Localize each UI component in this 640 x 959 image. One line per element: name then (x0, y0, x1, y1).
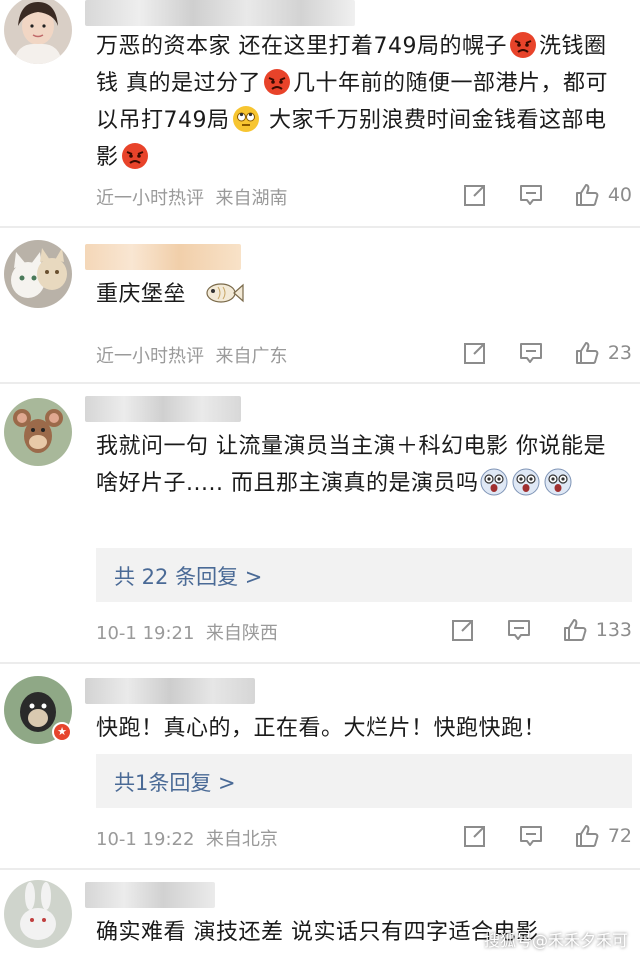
like-button[interactable]: 72 (574, 823, 632, 849)
angry-face-emoji (509, 31, 537, 59)
reply-thread-link[interactable]: 共 22 条回复 > (96, 548, 632, 602)
angry-face-emoji (121, 142, 149, 170)
comment-time: 10-1 19:22 (96, 829, 195, 850)
comment-actions: 23 (462, 340, 632, 366)
like-count: 23 (607, 342, 632, 364)
comment-text-part: 确实难看 演技还差 说实话只有四字适合电影 (96, 920, 539, 945)
thumbs-up-icon (574, 823, 600, 849)
like-count: 40 (607, 184, 632, 206)
username-blurred[interactable] (85, 882, 215, 908)
avatar[interactable] (4, 880, 72, 948)
shocked-face-emoji (512, 468, 540, 496)
comment-location: 来自北京 (205, 829, 278, 850)
thumbs-up-icon (574, 340, 600, 366)
username-blurred[interactable] (85, 396, 241, 422)
share-icon[interactable] (450, 617, 476, 643)
like-count: 133 (595, 619, 632, 641)
comment-icon[interactable] (518, 182, 544, 208)
comment-text-part: 重庆堡垒 (96, 282, 187, 307)
comment-text: 万恶的资本家 还在这里打着749局的幌子 洗钱圈钱 真的是过分了 几十年前的随便一部… (96, 28, 626, 176)
username-blurred[interactable] (85, 0, 355, 26)
comment-meta: 近一小时热评 来自广东 (96, 342, 287, 368)
shocked-face-emoji (480, 468, 508, 496)
comment-location: 来自广东 (215, 346, 288, 367)
eye-roll-emoji (232, 105, 260, 133)
divider (0, 382, 640, 384)
comment-time: 近一小时热评 (96, 188, 204, 209)
comment-icon[interactable] (518, 340, 544, 366)
avatar[interactable] (4, 0, 72, 64)
reply-count-label: 共 22 条回复 > (114, 565, 263, 589)
like-button[interactable]: 23 (574, 340, 632, 366)
comment-text: 快跑！真心的，正在看。大烂片！快跑快跑！ (96, 710, 626, 747)
comment-actions: 133 (450, 617, 632, 643)
comment-text-part: 快跑！真心的，正在看。大烂片！快跑快跑！ (96, 716, 547, 741)
reply-thread-link[interactable]: 共1条回复 > (96, 754, 632, 808)
avatar[interactable] (4, 398, 72, 466)
thumbs-up-icon (574, 182, 600, 208)
like-button[interactable]: 40 (574, 182, 632, 208)
divider (0, 868, 640, 870)
fish-emoji (204, 279, 244, 307)
comment-text: 我就问一句 让流量演员当主演＋科幻电影 你说能是啥好片子..... 而且那主演真… (96, 428, 626, 502)
comment-meta: 10-1 19:21 来自陕西 (96, 619, 278, 645)
comment-time: 近一小时热评 (96, 346, 204, 367)
comment-icon[interactable] (506, 617, 532, 643)
like-button[interactable]: 133 (562, 617, 632, 643)
comment-icon[interactable] (518, 823, 544, 849)
comment-text-part: 万恶的资本家 还在这里打着749局的幌子 (96, 34, 507, 59)
divider (0, 662, 640, 664)
shocked-face-emoji (544, 468, 572, 496)
share-icon[interactable] (462, 823, 488, 849)
comment-text: 重庆堡垒 (96, 276, 626, 313)
comment-location: 来自陕西 (205, 623, 278, 644)
comment-meta: 10-1 19:22 来自北京 (96, 825, 278, 851)
comment-location: 来自湖南 (215, 188, 288, 209)
comment-time: 10-1 19:21 (96, 623, 195, 644)
watermark: 搜狐号@禾禾夕禾可 (483, 931, 628, 950)
share-icon[interactable] (462, 340, 488, 366)
comment-actions: 40 (462, 182, 632, 208)
divider (0, 226, 640, 228)
thumbs-up-icon (562, 617, 588, 643)
angry-face-emoji (263, 68, 291, 96)
like-count: 72 (607, 825, 632, 847)
verified-badge-icon: ★ (52, 722, 72, 742)
comment-meta: 近一小时热评 来自湖南 (96, 184, 287, 210)
username-blurred[interactable] (85, 678, 255, 704)
comment-actions: 72 (462, 823, 632, 849)
username-blurred[interactable] (85, 244, 241, 270)
reply-count-label: 共1条回复 > (114, 771, 236, 795)
avatar[interactable] (4, 240, 72, 308)
share-icon[interactable] (462, 182, 488, 208)
